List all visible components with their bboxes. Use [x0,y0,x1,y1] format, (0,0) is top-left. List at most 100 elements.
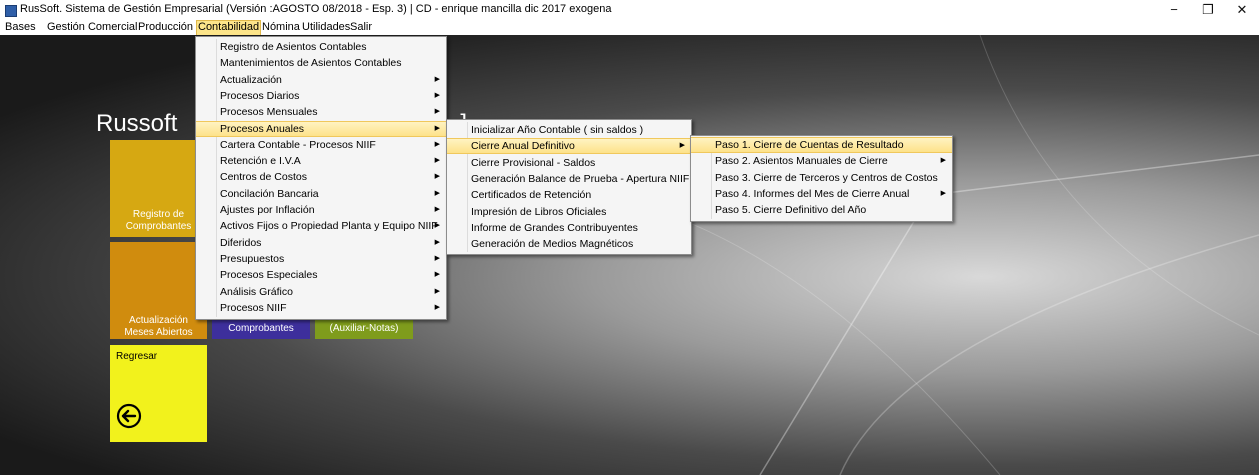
tile-regresar-label: Regresar [116,351,158,362]
window-title: RusSoft. Sistema de Gestión Empresarial … [20,3,612,15]
submenu-arrow-icon: ▶ [940,189,946,197]
menu-item-label: Generación Balance de Prueba - Apertura … [471,172,690,185]
menu-item-label: Activos Fijos o Propiedad Planta y Equip… [220,220,438,233]
tile-comprobantes-label: Comprobantes [228,323,294,334]
menu-item-activos-fijos-o-propiedad-planta-y-equipo-niif[interactable]: Activos Fijos o Propiedad Planta y Equip… [196,218,446,234]
menu-item-analisis-grafico[interactable]: Análisis Gráfico ▶ [196,284,446,300]
menu-item-impresion-de-libros-oficiales[interactable]: Impresión de Libros Oficiales [447,204,691,220]
menu-item-label: Paso 4. Informes del Mes de Cierre Anual [715,187,910,200]
menu-item-presupuestos[interactable]: Presupuestos ▶ [196,251,446,267]
menu-item-certificados-de-retencion[interactable]: Certificados de Retención [447,187,691,203]
menu-item-label: Análisis Gráfico [220,285,293,298]
menu-salir[interactable]: Salir [350,21,372,35]
menu-item-label: Cartera Contable - Procesos NIIF [220,138,376,151]
main-desktop: Russoft . ] Registro de Comprobantes Act… [0,35,1259,475]
menu-item-label: Procesos Anuales [220,122,305,135]
menu-utilidades[interactable]: Utilidades [302,21,350,35]
submenu-arrow-icon: ▶ [434,189,440,197]
menu-item-procesos-niif[interactable]: Procesos NIIF ▶ [196,300,446,316]
minimize-button[interactable]: − [1157,0,1191,20]
submenu-arrow-icon: ▶ [940,157,946,165]
app-icon [5,5,17,17]
submenu-arrow-icon: ▶ [434,238,440,246]
tile-actualizacion-meses[interactable]: Actualización Meses Abiertos [110,242,207,339]
submenu-arrow-icon: ▶ [434,206,440,213]
submenu-arrow-icon: ▶ [434,287,440,295]
menu-produccion[interactable]: Producción [138,21,193,35]
procesos-anuales-menu: Inicializar Año Contable ( sin saldos ) C… [446,119,692,255]
tile-auxiliar-label: (Auxiliar-Notas) [329,323,399,334]
menu-item-label: Paso 5. Cierre Definitivo del Año [715,204,867,217]
menu-item-label: Informe de Grandes Contribuyentes [471,221,638,234]
menu-item-generacion-de-medios-magneticos[interactable]: Generación de Medios Magnéticos [447,236,691,252]
submenu-arrow-icon: ▶ [679,142,685,150]
title-bar: RusSoft. Sistema de Gestión Empresarial … [0,0,1259,20]
menu-item-paso-1-cierre-de-cuentas-de-resultado[interactable]: Paso 1. Cierre de Cuentas de Resultado [691,137,952,153]
menu-item-label: Procesos Especiales [220,269,318,282]
submenu-arrow-icon: ▶ [434,271,440,279]
menu-item-retencion-e-i-v-a[interactable]: Retención e I.V.A ▶ [196,153,446,169]
submenu-arrow-icon: ▶ [434,173,440,181]
tile-regresar[interactable]: Regresar [110,345,207,442]
close-button[interactable]: ✕ [1225,0,1259,20]
maximize-button[interactable]: ❐ [1191,0,1225,20]
cierre-anual-menu: Paso 1. Cierre de Cuentas de Resultado Pa… [690,135,953,222]
tile-registro-comprobantes[interactable]: Registro de Comprobantes [110,140,207,237]
menu-nomina[interactable]: Nómina [262,21,300,35]
submenu-arrow-icon: ▶ [434,140,440,148]
menu-item-informe-de-grandes-contribuyentes[interactable]: Informe de Grandes Contribuyentes [447,220,691,236]
submenu-arrow-icon: ▶ [434,254,440,262]
menu-item-procesos-anuales[interactable]: Procesos Anuales ▶ [196,120,446,137]
menu-item-procesos-mensuales[interactable]: Procesos Mensuales ▶ [196,104,446,120]
tile-actualizacion-label: Actualización Meses Abiertos [124,315,193,338]
menu-item-label: Inicializar Año Contable ( sin saldos ) [471,124,644,136]
menu-item-diferidos[interactable]: Diferidos ▶ [196,235,446,251]
menu-item-label: Procesos Diarios [220,89,300,102]
submenu-arrow-icon: ▶ [434,108,440,116]
menu-item-label: Retención e I.V.A [220,155,301,168]
menu-item-mantenimientos-de-asientos-contables[interactable]: Mantenimientos de Asientos Contables [196,55,446,71]
submenu-arrow-icon: ▶ [434,75,440,83]
submenu-arrow-icon: ▶ [434,222,440,230]
menu-item-generacion-balance-de-prueba-apertura-niif[interactable]: Generación Balance de Prueba - Apertura … [447,171,691,187]
menu-item-inicializar-ano-contable-sin-saldos[interactable]: Inicializar Año Contable ( sin saldos ) [447,122,691,138]
menu-bases[interactable]: Bases [5,21,36,35]
menu-item-label: Centros de Costos [220,171,307,184]
submenu-arrow-icon: ▶ [434,124,440,132]
menu-item-procesos-especiales[interactable]: Procesos Especiales ▶ [196,267,446,283]
menu-item-actualizacion[interactable]: Actualización ▶ [196,72,446,88]
menu-item-label: Certificados de Retención [471,189,592,202]
tile-comprobantes[interactable]: Comprobantes [212,319,310,339]
back-arrow-icon [116,403,142,429]
menu-item-label: Presupuestos [220,252,285,265]
menu-item-paso-4-informes-del-mes-de-cierre-anual[interactable]: Paso 4. Informes del Mes de Cierre Anual… [691,186,952,202]
menu-item-ajustes-por-inflacion[interactable]: Ajustes por Inflación ▶ [196,202,446,218]
menu-item-cartera-contable-procesos-niif[interactable]: Cartera Contable - Procesos NIIF ▶ [196,137,446,153]
menu-item-registro-de-asientos-contables[interactable]: Registro de Asientos Contables [196,39,446,55]
menu-contabilidad[interactable]: Contabilidad [196,20,262,36]
menu-item-procesos-diarios[interactable]: Procesos Diarios ▶ [196,88,446,104]
menu-item-cierre-provisional-saldos[interactable]: Cierre Provisional - Saldos [447,155,691,171]
menu-item-paso-5-cierre-definitivo-del-ano[interactable]: Paso 5. Cierre Definitivo del Año [691,202,952,218]
submenu-arrow-icon: ▶ [434,157,440,165]
menu-item-paso-3-cierre-de-terceros-y-centros-de-costos[interactable]: Paso 3. Cierre de Terceros y Centros de … [691,170,952,186]
submenu-arrow-icon: ▶ [434,303,440,311]
menu-item-label: Impresión de Libros Oficiales [471,205,607,218]
menu-item-concilacion-bancaria[interactable]: Concilación Bancaria ▶ [196,186,446,202]
app-banner-left: Russoft [96,110,178,137]
menu-item-label: Paso 3. Cierre de Terceros y Centros de … [715,171,938,184]
tile-registro-label: Registro de Comprobantes [125,209,192,232]
contabilidad-menu: Registro de Asientos Contables Mantenimie… [195,36,447,320]
tile-auxiliar-notas[interactable]: (Auxiliar-Notas) [315,319,413,339]
menu-item-label: Paso 1. Cierre de Cuentas de Resultado [715,139,904,151]
menu-item-label: Registro de Asientos Contables [220,41,367,53]
menu-item-label: Procesos NIIF [220,301,287,314]
menu-gestion-comercial[interactable]: Gestión Comercial [47,21,137,35]
menu-item-label: Generación de Medios Magnéticos [471,238,634,251]
menu-item-paso-2-asientos-manuales-de-cierre[interactable]: Paso 2. Asientos Manuales de Cierre ▶ [691,153,952,169]
menu-item-label: Mantenimientos de Asientos Contables [220,57,402,70]
menu-item-label: Concilación Bancaria [220,187,319,200]
menu-item-label: Procesos Mensuales [220,106,318,119]
menu-item-centros-de-costos[interactable]: Centros de Costos ▶ [196,169,446,185]
menu-item-cierre-anual-definitivo[interactable]: Cierre Anual Definitivo ▶ [447,138,691,155]
